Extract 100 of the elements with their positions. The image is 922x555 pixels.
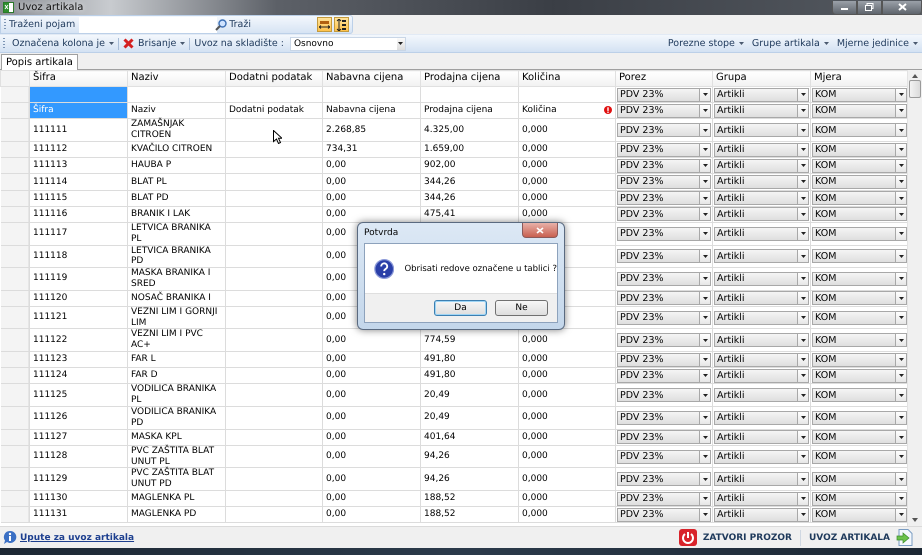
unit-dropdown[interactable]: KOM [812, 430, 907, 444]
unit-dropdown[interactable]: KOM [812, 410, 907, 425]
tax-dropdown[interactable]: PDV 23% [617, 174, 711, 189]
column-header[interactable]: Šifra [30, 70, 128, 86]
unit-dropdown[interactable]: KOM [812, 104, 907, 118]
unit-dropdown[interactable]: KOM [812, 174, 907, 189]
tax-dropdown[interactable]: PDV 23% [617, 272, 711, 286]
tax-dropdown[interactable]: PDV 23% [617, 352, 711, 367]
unit-dropdown[interactable]: KOM [812, 88, 907, 102]
unit-dropdown[interactable]: KOM [812, 388, 907, 402]
table-cell: BLAT PL [128, 174, 226, 190]
tax-dropdown[interactable]: PDV 23% [617, 88, 711, 102]
tax-dropdown[interactable]: PDV 23% [617, 472, 711, 486]
tax-dropdown[interactable]: PDV 23% [617, 310, 711, 325]
group-dropdown[interactable]: Artikli [714, 123, 809, 138]
column-header[interactable]: Porez [616, 70, 712, 86]
tax-dropdown[interactable]: PDV 23% [617, 123, 711, 138]
tax-dropdown[interactable]: PDV 23% [617, 226, 711, 241]
tax-dropdown[interactable]: PDV 23% [617, 104, 711, 118]
group-dropdown[interactable]: Artikli [714, 310, 809, 325]
unit-dropdown[interactable]: KOM [812, 191, 907, 206]
unit-dropdown[interactable]: KOM [812, 368, 907, 383]
group-dropdown[interactable]: Artikli [714, 472, 809, 486]
column-header[interactable]: Mjera [810, 70, 907, 86]
tax-dropdown[interactable]: PDV 23% [617, 191, 711, 206]
group-dropdown[interactable]: Artikli [714, 368, 809, 383]
group-dropdown[interactable]: Artikli [714, 291, 809, 306]
column-header[interactable]: Količina [518, 70, 616, 86]
table-cell[interactable]: Nabavna cijena [322, 102, 420, 119]
unit-dropdown[interactable]: KOM [812, 333, 907, 348]
group-dropdown[interactable]: Artikli [714, 104, 809, 118]
group-dropdown[interactable]: Artikli [714, 430, 809, 444]
group-dropdown[interactable]: Artikli [714, 492, 809, 506]
tax-dropdown[interactable]: PDV 23% [617, 388, 711, 402]
group-dropdown[interactable]: Artikli [714, 272, 809, 286]
unit-dropdown[interactable]: KOM [812, 272, 907, 286]
unit-dropdown[interactable]: KOM [812, 508, 907, 522]
unit-dropdown[interactable]: KOM [812, 158, 907, 173]
group-dropdown[interactable]: Artikli [714, 142, 809, 157]
close-window-button[interactable]: ZATVORI PROZOR [670, 528, 800, 547]
table-cell[interactable]: Naziv [128, 102, 226, 119]
unit-dropdown[interactable]: KOM [812, 310, 907, 325]
tax-dropdown[interactable]: PDV 23% [617, 158, 711, 173]
table-cell[interactable]: Dodatni podatak [226, 102, 322, 119]
column-header[interactable]: Grupa [712, 70, 810, 86]
tax-dropdown[interactable]: PDV 23% [617, 430, 711, 444]
table-cell[interactable]: Prodajna cijena [420, 102, 518, 119]
menu-dropdown[interactable]: Grupe artikala [748, 36, 833, 51]
group-dropdown[interactable]: Artikli [714, 174, 809, 189]
menu-dropdown[interactable]: Mjerne jedinice [832, 36, 922, 51]
tax-dropdown[interactable]: PDV 23% [617, 249, 711, 264]
menu-dropdown[interactable]: Označena kolona je [8, 36, 118, 51]
column-header[interactable]: Dodatni podatak [226, 70, 322, 86]
import-button[interactable]: UVOZ ARTIKALA [800, 528, 914, 547]
group-dropdown[interactable]: Artikli [714, 191, 809, 206]
group-dropdown[interactable]: Artikli [714, 508, 809, 522]
tax-dropdown[interactable]: PDV 23% [617, 142, 711, 157]
unit-dropdown[interactable]: KOM [812, 352, 907, 367]
table-cell: 111120 [30, 290, 128, 306]
dialog-button[interactable]: Ne [495, 300, 548, 316]
group-dropdown[interactable]: Artikli [714, 450, 809, 464]
group-dropdown[interactable]: Artikli [714, 158, 809, 173]
tax-dropdown[interactable]: PDV 23% [617, 508, 711, 522]
column-header[interactable]: Naziv [128, 70, 226, 86]
tax-dropdown[interactable]: PDV 23% [617, 410, 711, 425]
group-dropdown[interactable]: Artikli [714, 226, 809, 241]
tax-dropdown[interactable]: PDV 23% [617, 368, 711, 383]
column-header[interactable]: Nabavna cijena [322, 70, 420, 86]
tax-dropdown[interactable]: PDV 23% [617, 333, 711, 348]
unit-dropdown[interactable]: KOM [812, 472, 907, 486]
unit-dropdown[interactable]: KOM [812, 207, 907, 222]
menu-dropdown[interactable]: Porezne stope [664, 36, 748, 51]
group-dropdown[interactable]: Artikli [714, 333, 809, 348]
dialog-button[interactable]: Da [434, 300, 487, 316]
unit-dropdown[interactable]: KOM [812, 123, 907, 138]
tax-dropdown[interactable]: PDV 23% [617, 291, 711, 306]
unit-dropdown[interactable]: KOM [812, 492, 907, 506]
unit-dropdown[interactable]: KOM [812, 142, 907, 157]
group-dropdown[interactable]: Artikli [714, 352, 809, 367]
unit-dropdown[interactable]: KOM [812, 249, 907, 264]
group-dropdown[interactable]: Artikli [714, 88, 809, 102]
unit-dropdown[interactable]: KOM [812, 291, 907, 306]
group-dropdown[interactable]: Artikli [714, 249, 809, 264]
warehouse-dropdown[interactable]: Osnovno [290, 36, 406, 50]
tax-dropdown[interactable]: PDV 23% [617, 207, 711, 222]
tab[interactable]: Popis artikala [1, 54, 78, 70]
table-cell: 111124 [30, 368, 128, 384]
search-button[interactable]: Traži [213, 18, 253, 30]
delete-menu[interactable]: Brisanje [119, 36, 190, 51]
group-dropdown[interactable]: Artikli [714, 388, 809, 402]
help-link[interactable]: Upute za uvoz artikala [20, 532, 134, 542]
unit-dropdown[interactable]: KOM [812, 226, 907, 241]
group-dropdown[interactable]: Artikli [714, 410, 809, 425]
unit-dropdown[interactable]: KOM [812, 450, 907, 464]
table-cell: MAGLENKA PL [128, 490, 226, 507]
table-cell: LETVICA BRANIKA PL [128, 222, 226, 245]
column-header[interactable]: Prodajna cijena [420, 70, 518, 86]
group-dropdown[interactable]: Artikli [714, 207, 809, 222]
tax-dropdown[interactable]: PDV 23% [617, 450, 711, 464]
tax-dropdown[interactable]: PDV 23% [617, 492, 711, 506]
